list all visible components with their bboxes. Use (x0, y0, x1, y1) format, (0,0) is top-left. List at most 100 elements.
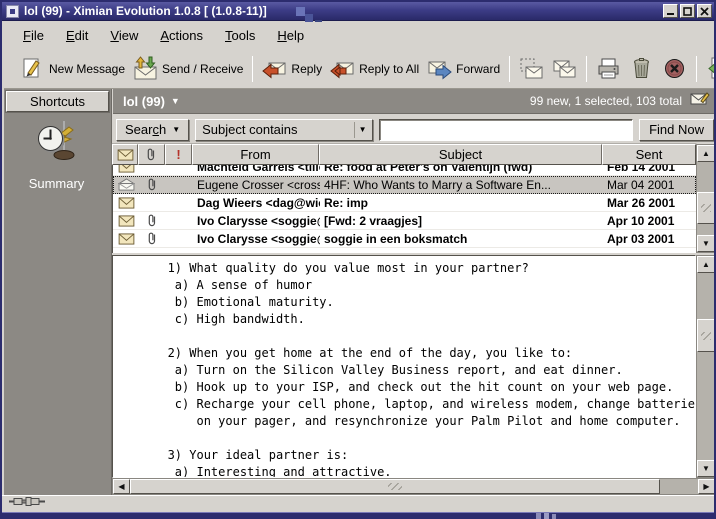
menu-help[interactable]: Help (268, 25, 313, 46)
toolbar-separator (252, 56, 253, 82)
copy-message-button[interactable] (548, 54, 581, 83)
shortcuts-group-button[interactable]: Shortcuts (6, 91, 109, 112)
preview-line: 3) Your ideal partner is: (117, 447, 695, 464)
paperclip-icon (146, 147, 157, 162)
folder-selector[interactable]: lol (99) ▼ (123, 94, 180, 109)
toolbar-separator (509, 56, 510, 82)
read-envelope-icon (118, 178, 135, 191)
shortcut-bar: Shortcuts Summary (4, 89, 112, 495)
print-button[interactable] (592, 54, 625, 83)
message-row-selected[interactable]: Eugene Crosser <crosser... 4HF: Who Want… (113, 176, 696, 194)
scroll-up-icon[interactable]: ▲ (697, 145, 715, 162)
preview-line: a) Interesting and attractive. (117, 464, 695, 478)
cancel-icon (662, 56, 687, 81)
menu-tools[interactable]: Tools (216, 25, 264, 46)
search-menu-button[interactable]: Search ▼ (116, 119, 189, 141)
previous-message-button[interactable] (702, 54, 716, 83)
preview-line: on your pager, and resynchronize your Pa… (117, 413, 695, 430)
message-list-header: ! From Subject Sent (112, 144, 696, 165)
column-message-status[interactable] (112, 144, 138, 165)
minimize-button[interactable] (663, 4, 678, 18)
evolution-window: lol (99) - Ximian Evolution 1.0.8 [ (1.0… (0, 0, 716, 519)
trash-button[interactable] (625, 54, 658, 83)
message-list-scrollbar[interactable]: ▲ ▼ (696, 144, 716, 253)
summary-clock-icon (33, 152, 81, 169)
menu-view[interactable]: View (101, 25, 147, 46)
scrollbar-thumb[interactable] (697, 319, 715, 352)
unread-envelope-icon (118, 197, 135, 209)
scroll-down-icon[interactable]: ▼ (697, 460, 715, 477)
status-bar (2, 495, 714, 512)
move-message-button[interactable] (515, 54, 548, 83)
paperclip-icon (147, 177, 158, 192)
screen-artifact (536, 513, 541, 519)
paperclip-icon (147, 213, 158, 228)
screen-artifact (305, 14, 313, 22)
preview-line: a) Turn on the Silicon Valley Business r… (117, 362, 695, 379)
search-criteria-select[interactable]: Subject contains ▼ (195, 119, 373, 141)
new-message-icon (20, 56, 45, 81)
column-subject[interactable]: Subject (319, 144, 602, 165)
chevron-down-icon: ▼ (354, 122, 370, 138)
scroll-right-icon[interactable]: ▶ (698, 479, 715, 494)
close-button[interactable] (697, 4, 712, 18)
search-query-input[interactable] (379, 119, 633, 141)
window-title: lol (99) - Ximian Evolution 1.0.8 [ (1.0… (24, 4, 267, 18)
column-sent[interactable]: Sent (602, 144, 696, 165)
menu-file[interactable]: File (14, 25, 53, 46)
paperclip-icon (147, 231, 158, 246)
find-now-button[interactable]: Find Now (639, 119, 714, 141)
scroll-left-icon[interactable]: ◀ (113, 479, 130, 494)
toolbar: New Message Send / Receive Reply Reply t… (4, 49, 716, 89)
forward-button[interactable]: Forward (423, 54, 504, 83)
toolbar-separator (586, 56, 587, 82)
scroll-up-icon[interactable]: ▲ (697, 256, 715, 273)
send-receive-button[interactable]: Send / Receive (129, 54, 247, 83)
column-importance[interactable]: ! (165, 144, 192, 165)
screen-artifact (296, 7, 305, 16)
message-row[interactable]: Machteld Garrels <tille@... Re: food at … (113, 165, 696, 176)
cancel-button[interactable] (658, 54, 691, 83)
folder-message-counts: 99 new, 1 selected, 103 total (530, 94, 682, 108)
maximize-button[interactable] (680, 4, 695, 18)
column-attachment[interactable] (138, 144, 165, 165)
menu-actions[interactable]: Actions (151, 25, 212, 46)
trash-icon (629, 56, 654, 81)
reply-to-all-button[interactable]: Reply to All (326, 54, 423, 83)
important-icon: ! (176, 147, 180, 162)
unread-envelope-icon (118, 233, 135, 245)
new-message-button[interactable]: New Message (16, 54, 129, 83)
copy-message-icon (552, 56, 577, 81)
move-message-icon (519, 56, 544, 81)
preview-horizontal-scrollbar[interactable]: ◀ ▶ (112, 478, 716, 495)
preview-line: b) Emotional maturity. (117, 294, 695, 311)
menu-edit[interactable]: Edit (57, 25, 97, 46)
compose-envelope-icon[interactable] (690, 91, 710, 111)
preview-line: a) A sense of humor (117, 277, 695, 294)
chevron-down-icon: ▼ (172, 125, 180, 134)
message-preview-pane: 1) What quality do you value most in you… (112, 255, 696, 478)
reply-button[interactable]: Reply (258, 54, 326, 83)
envelope-icon (117, 149, 134, 161)
window-icon (6, 5, 19, 18)
sidebar-item-label: Summary (4, 176, 109, 191)
offline-plug-icon[interactable] (9, 495, 45, 513)
column-from[interactable]: From (192, 144, 319, 165)
unread-envelope-icon (118, 215, 135, 227)
toolbar-separator (696, 56, 697, 82)
forward-icon (427, 56, 452, 81)
preview-line: c) High bandwidth. (117, 311, 695, 328)
scrollbar-thumb[interactable] (697, 192, 715, 224)
unread-envelope-icon (118, 165, 135, 173)
preview-line: c) Recharge your cell phone, laptop, and… (117, 396, 695, 413)
search-bar: Search ▼ Subject contains ▼ Find Now (113, 114, 716, 145)
sidebar-item-summary[interactable]: Summary (4, 119, 109, 191)
message-row[interactable]: Ivo Clarysse <soggie@s... soggie in een … (113, 230, 696, 248)
message-row[interactable]: Ivo Clarysse <soggie@s... [Fwd: 2 vraagj… (113, 212, 696, 230)
scroll-down-icon[interactable]: ▼ (697, 235, 715, 252)
message-row[interactable]: Dag Wieers <dag@wieer... Re: imp Mar 26 … (113, 194, 696, 212)
preview-line (117, 328, 695, 345)
scrollbar-thumb[interactable] (130, 479, 660, 494)
window-bottom-border (2, 512, 714, 519)
preview-scrollbar[interactable]: ▲ ▼ (696, 255, 716, 478)
